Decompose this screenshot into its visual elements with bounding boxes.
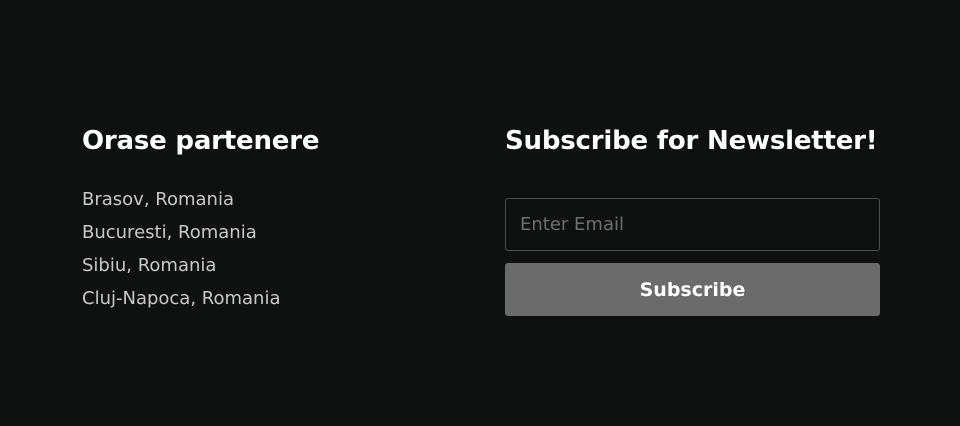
newsletter-column: Subscribe for Newsletter! Subscribe [505, 124, 880, 316]
partner-cities-column: Orase partenere Brasov, Romania Bucurest… [82, 124, 442, 309]
city-list-item: Sibiu, Romania [82, 255, 217, 276]
partner-cities-title: Orase partenere [82, 126, 320, 156]
city-list-item: Brasov, Romania [82, 189, 234, 210]
email-input[interactable] [505, 198, 880, 251]
city-list-item: Cluj-Napoca, Romania [82, 288, 281, 309]
subscribe-button[interactable]: Subscribe [505, 263, 880, 316]
footer-section: Orase partenere Brasov, Romania Bucurest… [0, 0, 960, 426]
city-list-item: Bucuresti, Romania [82, 222, 257, 243]
newsletter-title: Subscribe for Newsletter! [505, 126, 878, 156]
partner-cities-list: Brasov, Romania Bucuresti, Romania Sibiu… [82, 183, 281, 315]
